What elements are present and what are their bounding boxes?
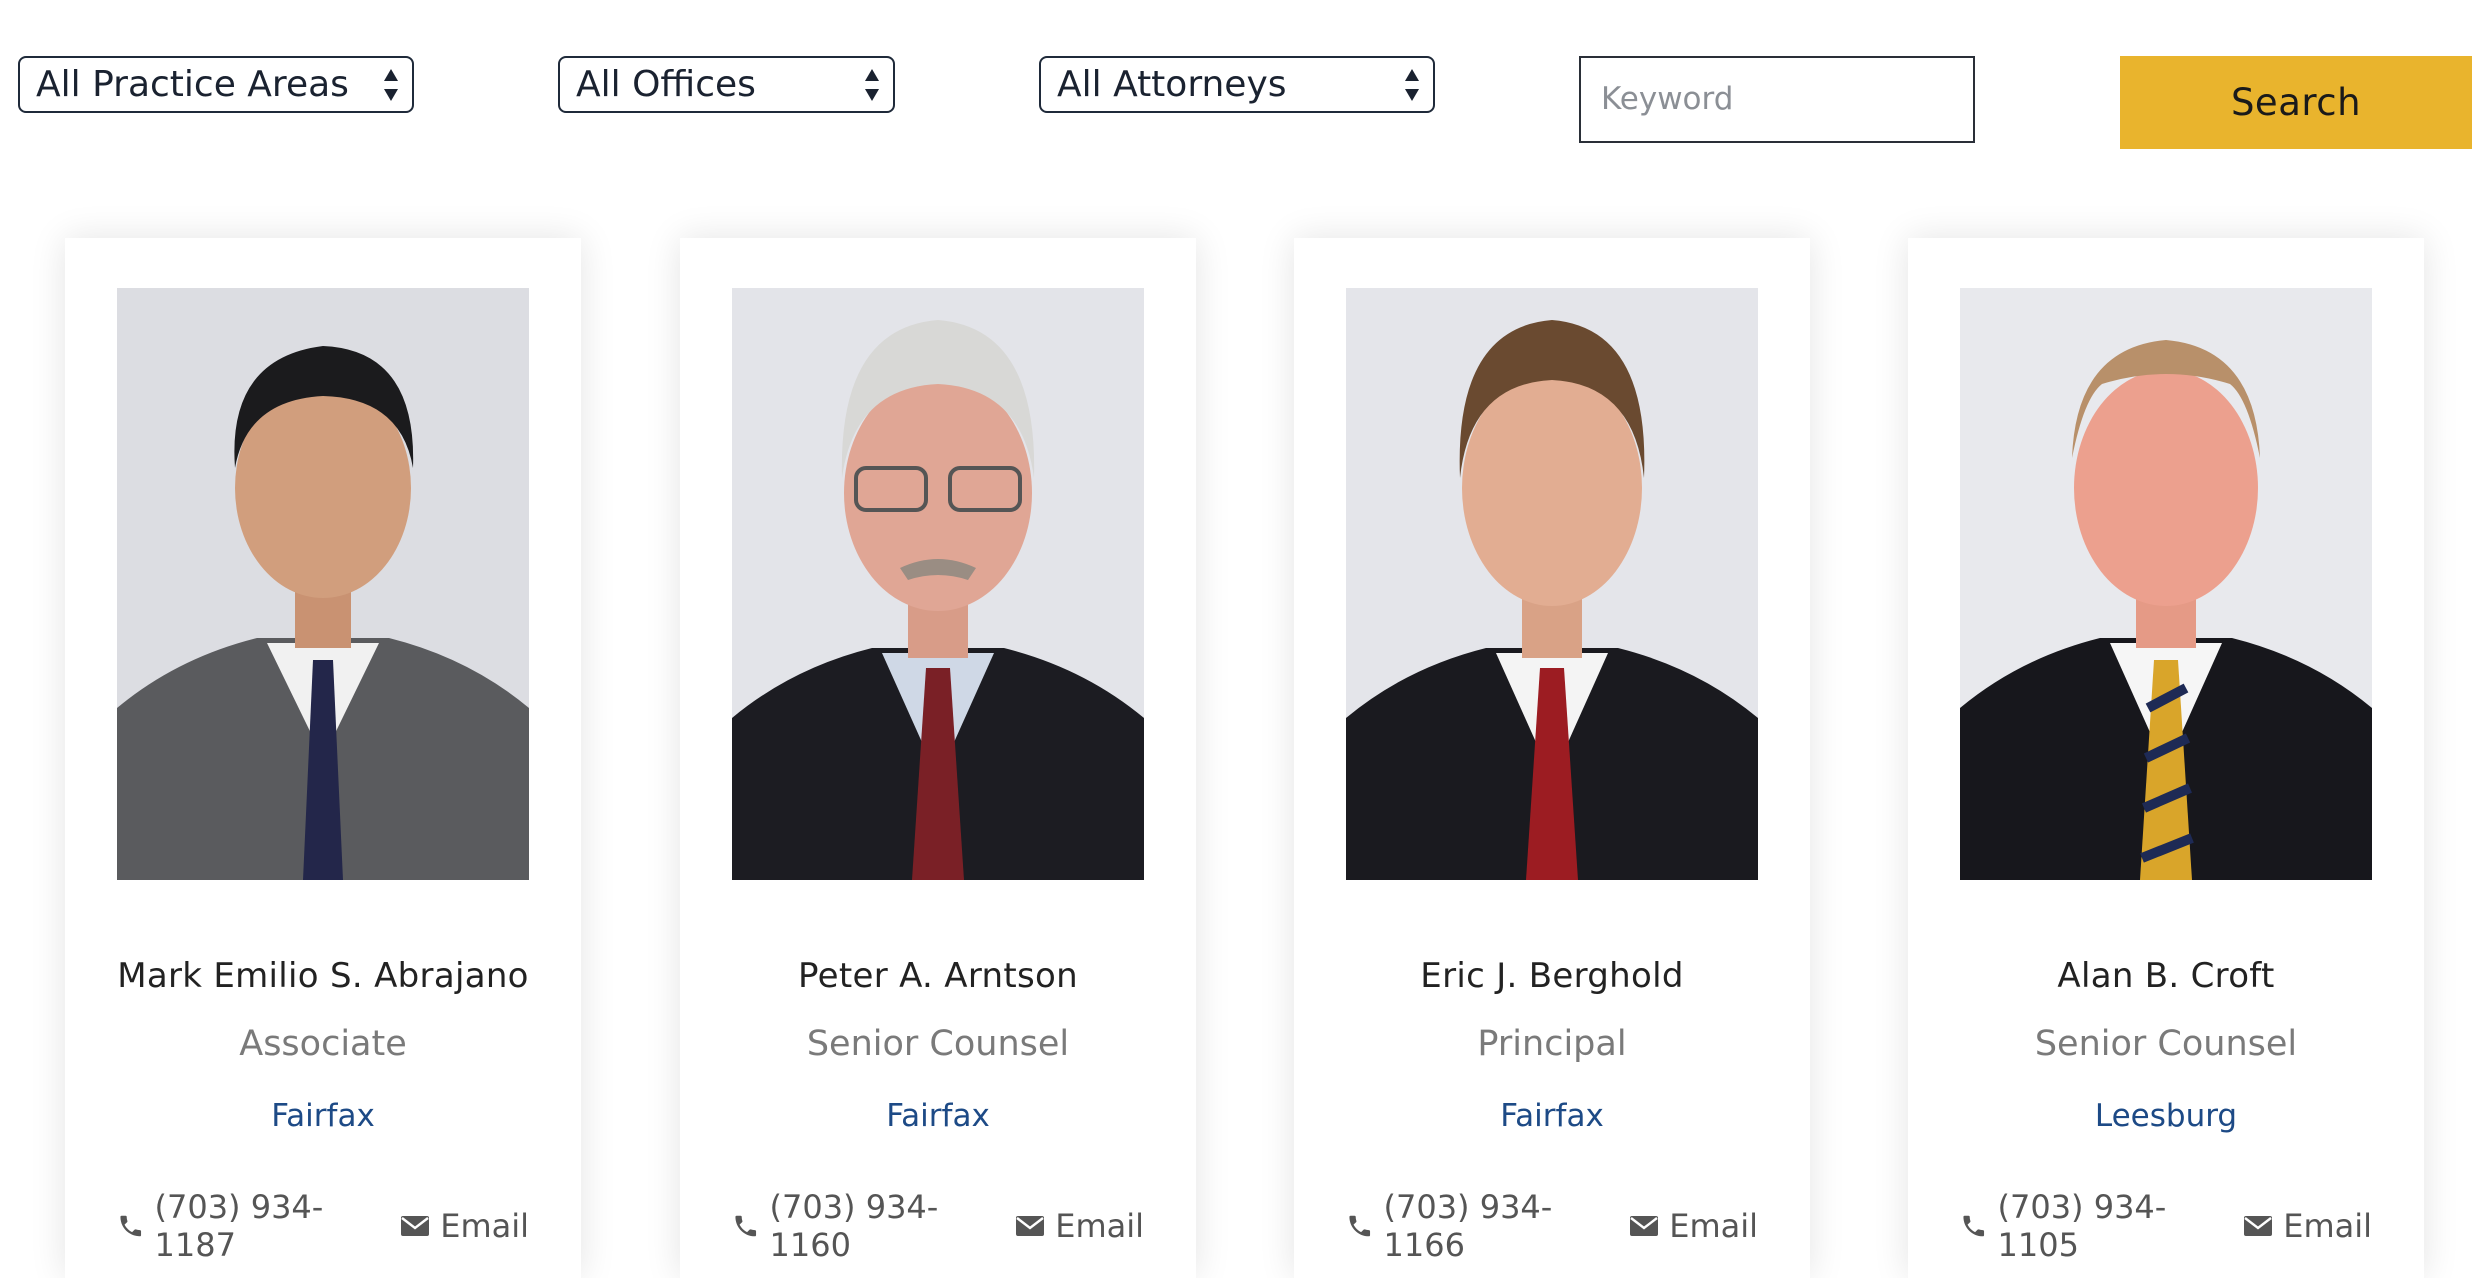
attorney-card: Mark Emilio S. Abrajano Associate Fairfa…	[65, 238, 581, 1278]
phone-link[interactable]: (703) 934-1166	[1346, 1188, 1629, 1264]
attorney-name[interactable]: Peter A. Arntson	[680, 956, 1196, 996]
attorney-title: Senior Counsel	[2034, 1024, 2298, 1064]
attorney-office-link[interactable]: Fairfax	[65, 1098, 581, 1134]
search-button[interactable]: Search	[2120, 56, 2472, 149]
phone-icon	[735, 1215, 757, 1237]
attorney-contact: (703) 934-1105 Email	[1960, 1188, 2372, 1264]
attorney-name[interactable]: Eric J. Berghold	[1294, 956, 1810, 996]
phone-link[interactable]: (703) 934-1160	[732, 1188, 1015, 1264]
attorney-card: Eric J. Berghold Principal Fairfax (703)…	[1294, 238, 1810, 1278]
phone-link[interactable]: (703) 934-1105	[1960, 1188, 2243, 1264]
email-link[interactable]: Email	[400, 1207, 529, 1245]
office-select-value: All Offices	[576, 64, 756, 105]
attorney-contact: (703) 934-1166 Email	[1346, 1188, 1758, 1264]
attorney-photo[interactable]	[1960, 288, 2372, 880]
keyword-placeholder: Keyword	[1601, 81, 1734, 117]
attorney-title: Principal	[1477, 1024, 1627, 1064]
attorney-title: Associate	[239, 1024, 407, 1064]
email-label: Email	[1055, 1207, 1144, 1245]
attorney-contact: (703) 934-1187 Email	[117, 1188, 529, 1264]
envelope-icon	[2244, 1216, 2273, 1236]
email-label: Email	[440, 1207, 529, 1245]
attorney-name[interactable]: Mark Emilio S. Abrajano	[65, 956, 581, 996]
attorney-office-link[interactable]: Fairfax	[680, 1098, 1196, 1134]
practice-area-select-value: All Practice Areas	[36, 64, 349, 105]
select-arrows-icon	[384, 69, 398, 101]
email-label: Email	[2283, 1207, 2372, 1245]
attorney-photo[interactable]	[117, 288, 529, 880]
email-link[interactable]: Email	[1629, 1207, 1758, 1245]
phone-number: (703) 934-1160	[769, 1188, 939, 1264]
phone-icon	[1963, 1215, 1985, 1237]
attorney-contact: (703) 934-1160 Email	[732, 1188, 1144, 1264]
email-link[interactable]: Email	[2243, 1207, 2372, 1245]
attorney-office-link[interactable]: Leesburg	[1908, 1098, 2424, 1134]
phone-icon	[120, 1215, 142, 1237]
attorney-card: Peter A. Arntson Senior Counsel Fairfax …	[680, 238, 1196, 1278]
attorney-name[interactable]: Alan B. Croft	[1908, 956, 2424, 996]
attorney-photo[interactable]	[1346, 288, 1758, 880]
phone-number: (703) 934-1187	[154, 1188, 324, 1264]
phone-icon	[1349, 1215, 1371, 1237]
phone-link[interactable]: (703) 934-1187	[117, 1188, 400, 1264]
attorney-card: Alan B. Croft Senior Counsel Leesburg (7…	[1908, 238, 2424, 1278]
attorney-select[interactable]: All Attorneys	[1039, 56, 1435, 113]
phone-number: (703) 934-1166	[1383, 1188, 1553, 1264]
email-link[interactable]: Email	[1015, 1207, 1144, 1245]
office-select[interactable]: All Offices	[558, 56, 895, 113]
envelope-icon	[401, 1216, 430, 1236]
attorney-office-link[interactable]: Fairfax	[1294, 1098, 1810, 1134]
practice-area-select[interactable]: All Practice Areas	[18, 56, 414, 113]
envelope-icon	[1630, 1216, 1659, 1236]
select-arrows-icon	[1405, 69, 1419, 101]
attorney-select-value: All Attorneys	[1057, 64, 1287, 105]
attorney-title: Senior Counsel	[806, 1024, 1070, 1064]
email-label: Email	[1669, 1207, 1758, 1245]
envelope-icon	[1016, 1216, 1045, 1236]
select-arrows-icon	[865, 69, 879, 101]
keyword-input[interactable]: Keyword	[1579, 56, 1975, 143]
phone-number: (703) 934-1105	[1997, 1188, 2167, 1264]
attorney-photo[interactable]	[732, 288, 1144, 880]
